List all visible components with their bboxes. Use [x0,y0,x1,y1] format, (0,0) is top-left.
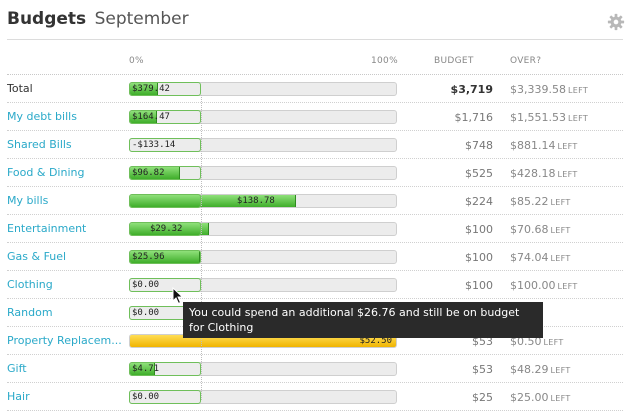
elapsed-time-box [129,278,201,292]
category-link[interactable]: Gift [7,362,27,375]
elapsed-time-box [129,194,201,208]
gear-icon[interactable] [607,13,625,31]
table-row: My debt bills $164.47 $1,716 $1,551.53 LEFT [0,103,640,131]
mouse-cursor-icon [172,287,184,305]
category-link[interactable]: Random [7,306,53,319]
elapsed-time-box [129,110,201,124]
remaining-amount: $74.04 LEFT [510,251,571,264]
remaining-value: $48.29 [510,363,549,376]
left-label: LEFT [550,254,571,263]
remaining-amount: $428.18 LEFT [510,167,578,180]
spent-amount: $138.78 [236,196,275,206]
budget-amount: $525 [465,167,493,180]
header: Budgets September [0,0,640,40]
category-link[interactable]: Property Replacem... [7,334,122,347]
category-link[interactable]: Entertainment [7,222,86,235]
table-row: Entertainment $29.32 $100 $70.68 LEFT [0,215,640,243]
budget-amount: $3,719 [450,83,493,96]
left-label: LEFT [567,114,589,123]
remaining-value: $70.68 [510,223,549,236]
remaining-value: $100.00 [510,279,556,292]
remaining-value: $3,339.58 [510,83,566,96]
remaining-amount: $25.00 LEFT [510,391,571,404]
remaining-amount: $100.00 LEFT [510,279,578,292]
category-link[interactable]: My bills [7,194,48,207]
category-link[interactable]: Hair [7,390,30,403]
remaining-value: $428.18 [510,167,556,180]
remaining-value: $1,551.53 [510,111,566,124]
table-row: Total $379.42 $3,719 $3,339.58 LEFT [0,75,640,103]
left-label: LEFT [557,170,578,179]
left-label: LEFT [557,282,578,291]
page-title-month: September [94,9,189,29]
remaining-amount: $85.22 LEFT [510,195,571,208]
page-title: Budgets September [7,9,189,29]
table-row: Gift $4.71 $53 $48.29 LEFT [0,355,640,383]
category-link[interactable]: Food & Dining [7,166,84,179]
table-row: Shared Bills -$133.14 $748 $881.14 LEFT [0,131,640,159]
elapsed-time-box [129,166,201,180]
remaining-amount: $1,551.53 LEFT [510,111,588,124]
col-zero-pct: 0% [129,56,144,66]
elapsed-time-box [129,82,201,96]
left-label: LEFT [567,86,589,95]
table-row: Food & Dining $96.82 $525 $428.18 LEFT [0,159,640,187]
col-hundred-pct: 100% [371,56,398,66]
category-label: Total [7,82,33,95]
page-title-label: Budgets [7,9,87,29]
budget-amount: $224 [465,195,493,208]
budget-amount: $748 [465,139,493,152]
remaining-value: $881.14 [510,139,556,152]
header-divider [7,39,623,40]
left-label: LEFT [550,226,571,235]
left-label: LEFT [557,142,578,151]
col-over: OVER? [510,56,542,66]
left-label: LEFT [550,394,571,403]
elapsed-time-box [129,222,201,236]
today-marker-line [201,95,202,400]
category-link[interactable]: My debt bills [7,110,77,123]
left-label: LEFT [550,366,571,375]
left-label: LEFT [550,198,571,207]
table-row: Hair $0.00 $25 $25.00 LEFT [0,383,640,411]
budget-amount: $25 [472,391,493,404]
category-link[interactable]: Shared Bills [7,138,72,151]
remaining-amount: $70.68 LEFT [510,223,571,236]
budget-amount: $1,716 [454,111,494,124]
elapsed-time-box [129,390,201,404]
elapsed-time-box [129,138,201,152]
remaining-value: $25.00 [510,391,549,404]
tooltip: You could spend an additional $26.76 and… [183,302,543,338]
remaining-amount: $48.29 LEFT [510,363,571,376]
elapsed-time-box [129,250,201,264]
budget-amount: $100 [465,279,493,292]
category-link[interactable]: Gas & Fuel [7,250,66,263]
table-row: Gas & Fuel $25.96 $100 $74.04 LEFT [0,243,640,271]
table-row: My bills $138.78 $224 $85.22 LEFT [0,187,640,215]
budget-amount: $53 [472,363,493,376]
remaining-value: $85.22 [510,195,549,208]
budget-amount: $100 [465,223,493,236]
budget-amount: $100 [465,251,493,264]
left-label: LEFT [543,338,564,347]
category-link[interactable]: Clothing [7,278,53,291]
remaining-amount: $881.14 LEFT [510,139,578,152]
remaining-amount: $3,339.58 LEFT [510,83,588,96]
remaining-value: $74.04 [510,251,549,264]
elapsed-time-box [129,362,201,376]
table-row: Clothing $0.00 $100 $100.00 LEFT [0,271,640,299]
col-budget: BUDGET [434,56,474,66]
